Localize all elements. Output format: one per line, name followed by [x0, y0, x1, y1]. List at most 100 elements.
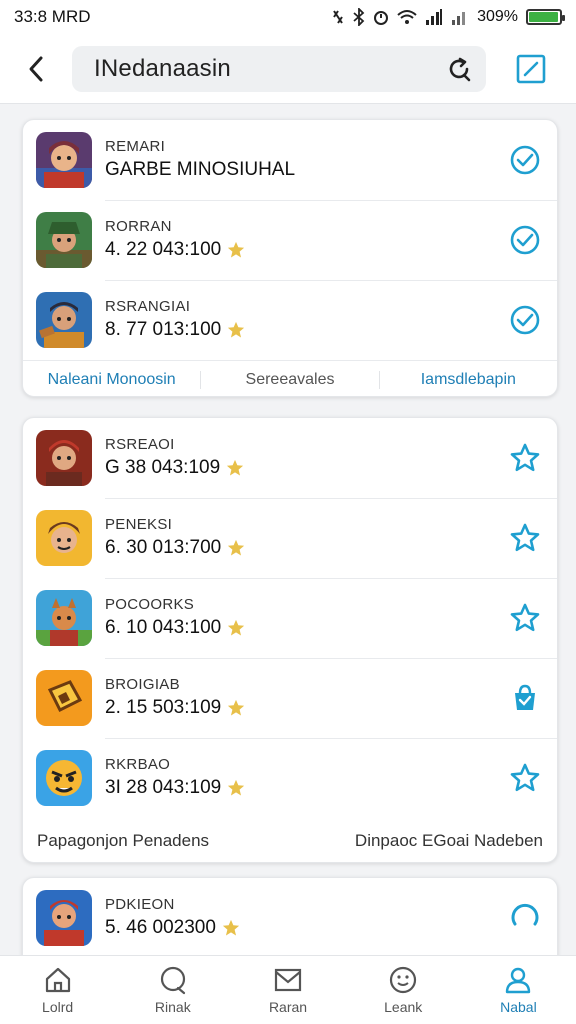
row-title: RSRANGIAI — [105, 298, 191, 315]
row-title: PENEKSI — [105, 516, 173, 533]
battery-level-fill — [529, 12, 558, 22]
star-icon — [228, 699, 245, 716]
row-subtitle: 6. 10 043:100 — [105, 615, 495, 641]
footer-right-link[interactable]: Dinpaoc EGoai Nadeben — [355, 831, 543, 851]
shop-button[interactable] — [495, 668, 555, 728]
favorites-card: RSREAOI G 38 043:109 PENEKSI 6. 30 013:7… — [22, 417, 558, 863]
row-subtitle: GARBE MINOSIUHAL — [105, 157, 495, 183]
list-item[interactable]: RKRBAO 3I 28 043:109 — [23, 738, 557, 818]
star-outline-icon — [510, 443, 540, 472]
wifi-icon — [397, 10, 417, 24]
row-title: RKRBAO — [105, 756, 171, 773]
favorite-button[interactable] — [495, 748, 555, 808]
row-value: 4. 22 043:100 — [105, 239, 222, 260]
row-title: POCOORKS — [105, 596, 195, 613]
footer-left-link[interactable]: Papagonjon Penadens — [37, 831, 209, 851]
game-avatar — [36, 510, 92, 566]
mail-icon — [274, 968, 302, 992]
tab-profile[interactable]: Nabal — [461, 956, 576, 1024]
favorite-button[interactable] — [495, 428, 555, 488]
game-avatar — [36, 430, 92, 486]
tab-mail[interactable]: Raran — [230, 956, 345, 1024]
check-circle-icon — [510, 225, 540, 255]
star-icon — [227, 459, 244, 476]
list-item[interactable]: POCOORKS 6. 10 043:100 — [23, 578, 557, 658]
status-bar: 33:8 MRD 309% — [0, 0, 576, 34]
status-icons: 309% — [331, 8, 565, 26]
row-subtitle: 6. 30 013:700 — [105, 535, 495, 561]
row-text: PDKIEON 5. 46 002300 — [105, 895, 495, 941]
list-item[interactable]: RSRANGIAI 8. 77 013:100 — [23, 280, 557, 360]
check-circle-icon — [510, 145, 540, 175]
list-item[interactable]: REMARI GARBE MINOSIUHAL — [23, 120, 557, 200]
refresh-icon[interactable] — [446, 56, 472, 82]
tab-label: Lolrd — [42, 999, 74, 1015]
row-subtitle: 5. 46 002300 — [105, 915, 495, 941]
footer-tab[interactable]: Iamsdlebapin — [378, 370, 557, 389]
list-item[interactable]: RSREAOI G 38 043:109 — [23, 418, 557, 498]
bluetooth-icon — [353, 8, 365, 26]
row-text: PENEKSI 6. 30 013:700 — [105, 515, 495, 561]
row-subtitle: 8. 77 013:100 — [105, 317, 495, 343]
list-item[interactable]: PDKIEON 5. 46 002300 — [23, 878, 557, 958]
tab-chat[interactable]: Rinak — [115, 956, 230, 1024]
home-icon — [45, 967, 70, 993]
row-title: PDKIEON — [105, 896, 175, 913]
edit-button[interactable] — [486, 34, 576, 104]
row-subtitle: 4. 22 043:100 — [105, 237, 495, 263]
chevron-left-icon — [29, 56, 43, 81]
loading-button[interactable] — [495, 888, 555, 948]
more-games-card: PDKIEON 5. 46 002300 — [22, 877, 558, 967]
check-button[interactable] — [495, 210, 555, 270]
bottom-tab-bar: Lolrd Rinak Raran Leank Nabal — [0, 955, 576, 1024]
footer-tab[interactable]: Sereeavales — [200, 370, 378, 389]
recent-games-card: REMARI GARBE MINOSIUHAL RORRAN 4. 22 043… — [22, 119, 558, 397]
signal-icon-2 — [452, 12, 466, 25]
list-item[interactable]: PENEKSI 6. 30 013:700 — [23, 498, 557, 578]
row-value: 5. 46 002300 — [105, 917, 216, 938]
star-icon — [228, 539, 245, 556]
list-item[interactable]: RORRAN 4. 22 043:100 — [23, 200, 557, 280]
check-button[interactable] — [495, 290, 555, 350]
game-avatar — [36, 292, 92, 348]
star-icon — [228, 321, 245, 338]
game-avatar — [36, 890, 92, 946]
row-subtitle: 3I 28 043:109 — [105, 775, 495, 801]
search-value: INedanaasin — [94, 54, 231, 82]
row-text: REMARI GARBE MINOSIUHAL — [105, 137, 495, 183]
row-value: GARBE MINOSIUHAL — [105, 159, 296, 180]
star-icon — [228, 619, 245, 636]
row-subtitle: G 38 043:109 — [105, 455, 495, 481]
check-button[interactable] — [495, 130, 555, 190]
tab-emoji[interactable]: Leank — [346, 956, 461, 1024]
nfc-icon — [333, 10, 343, 24]
row-text: BROIGIAB 2. 15 503:109 — [105, 675, 495, 721]
list-item[interactable]: BROIGIAB 2. 15 503:109 — [23, 658, 557, 738]
favorite-button[interactable] — [495, 508, 555, 568]
chat-icon — [160, 966, 185, 995]
row-value: G 38 043:109 — [105, 457, 221, 478]
tab-label: Rinak — [154, 999, 191, 1015]
alarm-icon — [374, 11, 389, 25]
signal-icon — [426, 9, 443, 25]
loading-spinner-icon — [511, 903, 539, 926]
footer-tab[interactable]: Naleani Monoosin — [23, 371, 200, 389]
favorite-button[interactable] — [495, 588, 555, 648]
profile-icon — [506, 967, 531, 994]
card-footer-tabs: Naleani Monoosin Sereeavales Iamsdlebapi… — [23, 360, 557, 396]
battery-percent: 309% — [477, 8, 518, 25]
game-avatar — [36, 212, 92, 268]
star-outline-icon — [510, 523, 540, 552]
back-button[interactable] — [0, 34, 72, 104]
row-title: RSREAOI — [105, 436, 175, 453]
row-text: RORRAN 4. 22 043:100 — [105, 217, 495, 263]
row-title: BROIGIAB — [105, 676, 180, 693]
star-icon — [222, 919, 240, 936]
tab-home[interactable]: Lolrd — [0, 956, 115, 1024]
row-title: REMARI — [105, 138, 166, 155]
game-avatar — [36, 750, 92, 806]
search-input[interactable]: INedanaasin — [72, 45, 486, 92]
status-time: 33:8 MRD — [14, 7, 91, 26]
tab-label: Nabal — [500, 999, 537, 1015]
tab-label: Raran — [268, 999, 308, 1015]
